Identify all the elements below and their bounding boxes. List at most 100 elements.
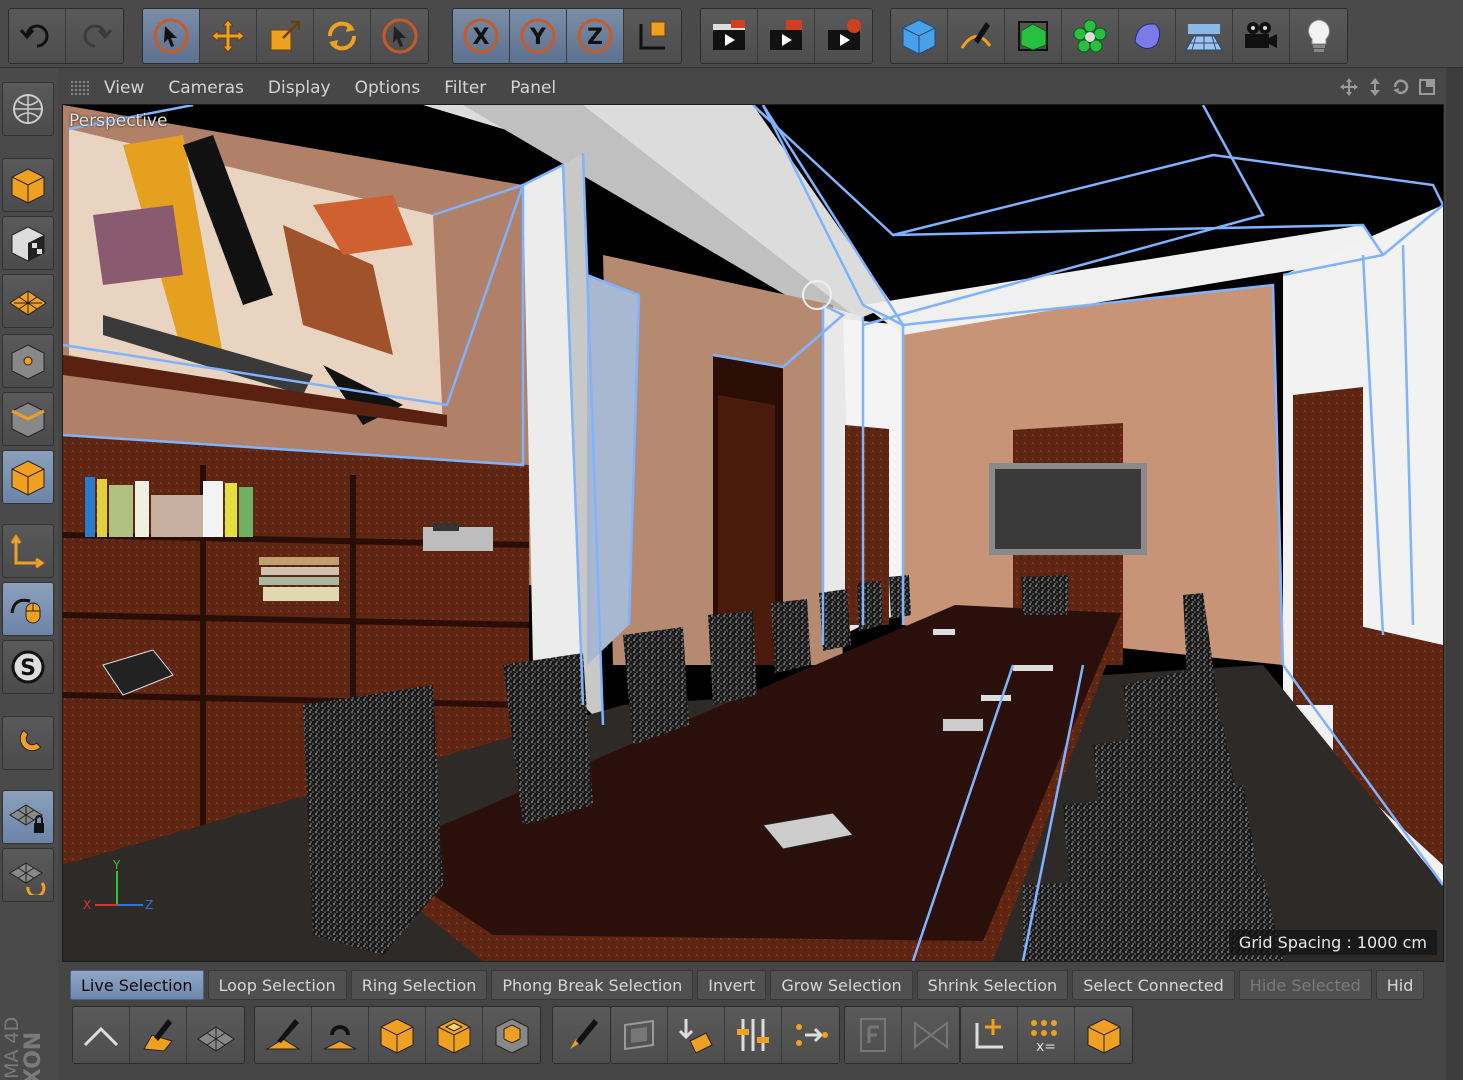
extrude-icon[interactable] [369,1007,426,1063]
knife-pen-icon[interactable] [255,1007,312,1063]
workplane-icon[interactable] [2,274,54,328]
grow-selection-button[interactable]: Grow Selection [770,970,913,1000]
last-tool-icon[interactable] [371,9,428,63]
line-cut-icon[interactable] [553,1007,610,1063]
floor-environment-icon[interactable] [1176,9,1233,63]
menu-filter[interactable]: Filter [444,78,486,98]
polygons-mode-icon[interactable] [2,450,54,504]
maxon-logo: MAXON CINEMA 4D [2,1017,46,1080]
transform-tools-group [142,8,429,64]
shrink-selection-button[interactable]: Shrink Selection [916,970,1069,1000]
connect-points-icon[interactable] [782,1007,839,1063]
maximize-view-icon[interactable] [1416,76,1438,98]
menu-display[interactable]: Display [268,78,331,98]
texture-mode-icon[interactable] [2,216,54,270]
x-axis-lock-icon[interactable]: X [453,9,510,63]
vendor-logo-text: MAXON [21,1032,46,1080]
cube-edit-icon[interactable] [1075,1007,1132,1063]
axis-y-label: Y [112,858,121,872]
light-icon[interactable] [1290,9,1347,63]
modeling-group-1 [72,1006,245,1064]
bottom-toolbar: x= [70,1006,1463,1066]
loop-selection-button[interactable]: Loop Selection [207,970,347,1000]
matrix-extrude-icon[interactable] [483,1007,540,1063]
spline-pen-icon[interactable] [948,9,1005,63]
orbit-view-icon[interactable] [1390,76,1412,98]
viewport-menubar: View Cameras Display Options Filter Pane… [62,72,1444,104]
render-view-icon[interactable] [701,9,758,63]
subdivision-surface-icon[interactable] [1005,9,1062,63]
snapping-icon[interactable] [2,716,54,770]
undo-redo-group [8,8,124,64]
make-editable-icon[interactable] [2,82,54,136]
live-selection-button[interactable]: Live Selection [70,970,204,1000]
render-picture-viewer-icon[interactable] [758,9,815,63]
right-panel-edge [1446,68,1463,1080]
zoom-view-icon[interactable] [1364,76,1386,98]
cube-primitive-icon[interactable] [891,9,948,63]
live-selection-icon[interactable] [143,9,200,63]
modeling-group-6: x= [960,1006,1133,1064]
menu-cameras[interactable]: Cameras [168,78,244,98]
svg-text:Y: Y [529,25,547,50]
perspective-viewport[interactable]: Perspective Y X Z Grid Spacing : 1000 cm [62,104,1444,962]
menu-panel[interactable]: Panel [510,78,556,98]
edges-mode-icon[interactable] [2,392,54,446]
align-normals-icon[interactable] [725,1007,782,1063]
modeling-group-5 [844,1006,960,1064]
svg-text:x=: x= [1036,1039,1056,1055]
array-icon[interactable]: x= [1018,1007,1075,1063]
rotate-icon[interactable] [314,9,371,63]
cloner-icon[interactable] [1062,9,1119,63]
phong-break-selection-button[interactable]: Phong Break Selection [491,970,694,1000]
brush-icon[interactable] [130,1007,187,1063]
invert-button[interactable]: Invert [697,970,767,1000]
move-icon[interactable] [200,9,257,63]
set-point-value-icon[interactable] [961,1007,1018,1063]
optimize-icon[interactable] [668,1007,725,1063]
redo-icon[interactable] [66,9,123,63]
undo-icon[interactable] [9,9,66,63]
workplane-lock-icon[interactable] [2,790,54,844]
modeling-group-4 [610,1006,840,1064]
magnet-icon[interactable] [312,1007,369,1063]
modeling-group-2 [254,1006,541,1064]
modeling-group-3 [552,1006,611,1064]
axis-mode-icon[interactable] [2,524,54,578]
model-mode-icon[interactable] [2,158,54,212]
svg-text:Z: Z [587,25,603,50]
pan-view-icon[interactable] [1338,76,1360,98]
svg-text:S: S [20,656,36,681]
points-mode-icon[interactable] [2,334,54,388]
extrude-inner-icon[interactable] [426,1007,483,1063]
z-axis-lock-icon[interactable]: Z [567,9,624,63]
axis-z-label: Z [145,898,153,912]
bevel-icon[interactable] [73,1007,130,1063]
ring-selection-button[interactable]: Ring Selection [350,970,488,1000]
y-axis-lock-icon[interactable]: Y [510,9,567,63]
weld-icon[interactable] [902,1007,959,1063]
view-label[interactable]: Perspective [69,111,167,131]
mirror-icon[interactable] [611,1007,668,1063]
scale-icon[interactable] [257,9,314,63]
hide-selected-button[interactable]: Hide Selected [1238,970,1372,1000]
menu-view[interactable]: View [104,78,144,98]
melt-icon[interactable] [845,1007,902,1063]
hide-unselected-button[interactable]: Hid [1375,970,1425,1000]
tweak-mode-icon[interactable] [2,582,54,636]
svg-text:X: X [473,25,490,50]
render-settings-icon[interactable] [815,9,872,63]
workplane-rotate-icon[interactable] [2,848,54,902]
product-logo-text: CINEMA 4D [2,1017,23,1080]
coordinate-system-icon[interactable] [624,9,681,63]
deformer-icon[interactable] [1119,9,1176,63]
menu-options[interactable]: Options [355,78,421,98]
bridge-icon[interactable] [187,1007,244,1063]
camera-icon[interactable] [1233,9,1290,63]
panel-grip-icon[interactable] [70,80,90,96]
solo-mode-icon[interactable]: S [2,640,54,694]
selection-command-bar: Live Selection Loop Selection Ring Selec… [70,970,1463,1002]
axis-x-label: X [83,898,91,912]
select-connected-button[interactable]: Select Connected [1072,970,1235,1000]
left-toolbar: S MAXON CINEMA 4D [0,68,58,1080]
